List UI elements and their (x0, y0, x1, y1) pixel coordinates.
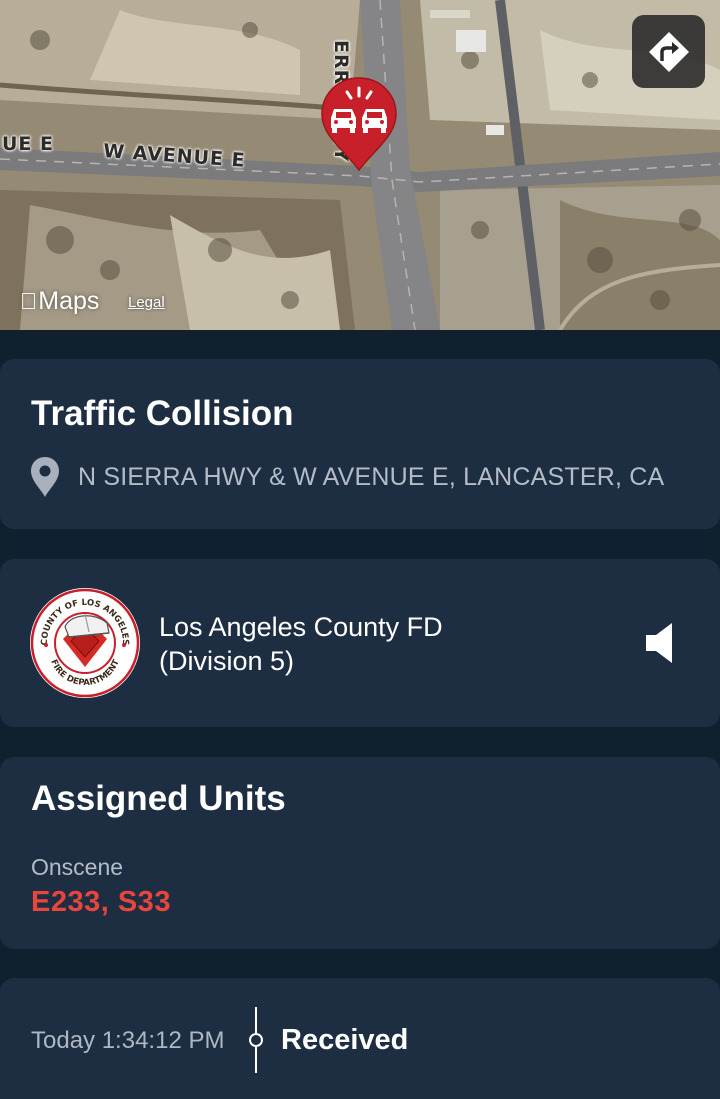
listen-audio-button[interactable] (644, 621, 678, 665)
timeline-time: Today 1:34:12 PM (31, 1027, 225, 1054)
timeline-status: Received (281, 1024, 409, 1056)
directions-button[interactable] (632, 15, 705, 88)
incident-address-row[interactable]: N SIERRA HWY & W AVENUE E, LANCASTER, CA (30, 456, 664, 498)
assigned-units-card: Assigned Units Onscene E233, S33 (0, 757, 720, 949)
maps-legal-link[interactable]: Legal (128, 294, 165, 311)
road-label-avenue-e-left: UE E (2, 133, 55, 155)
location-pin-icon (31, 457, 59, 497)
incident-map[interactable]: UE E W AVENUE E ERRA HWY  (0, 0, 720, 330)
agency-card: COUNTY OF LOS ANGELES FIRE DEPARTMENT Lo… (0, 559, 720, 727)
units-list[interactable]: E233, S33 (31, 886, 171, 919)
timeline-card: Today 1:34:12 PM Received (0, 978, 720, 1099)
incident-title: Traffic Collision (31, 394, 294, 433)
la-county-fire-seal-icon: COUNTY OF LOS ANGELES FIRE DEPARTMENT (29, 587, 141, 699)
directions-icon (648, 31, 689, 72)
units-status-label: Onscene (31, 854, 124, 880)
agency-name-line1: Los Angeles County FD (159, 612, 443, 642)
timeline-node-icon (249, 1007, 263, 1073)
incident-card: Traffic Collision N SIERRA HWY & W AVENU… (0, 359, 720, 529)
traffic-collision-icon[interactable] (320, 76, 398, 172)
agency-name-line2: (Division 5) (159, 646, 295, 676)
maps-brand-text: Maps (21, 287, 99, 315)
apple-icon:  (20, 288, 37, 315)
assigned-units-title: Assigned Units (31, 779, 286, 818)
incident-address: N SIERRA HWY & W AVENUE E, LANCASTER, CA (78, 462, 665, 491)
agency-name: Los Angeles County FD (Division 5) (159, 610, 443, 678)
apple-maps-logo:  Maps (20, 287, 99, 316)
speaker-icon (646, 623, 672, 663)
